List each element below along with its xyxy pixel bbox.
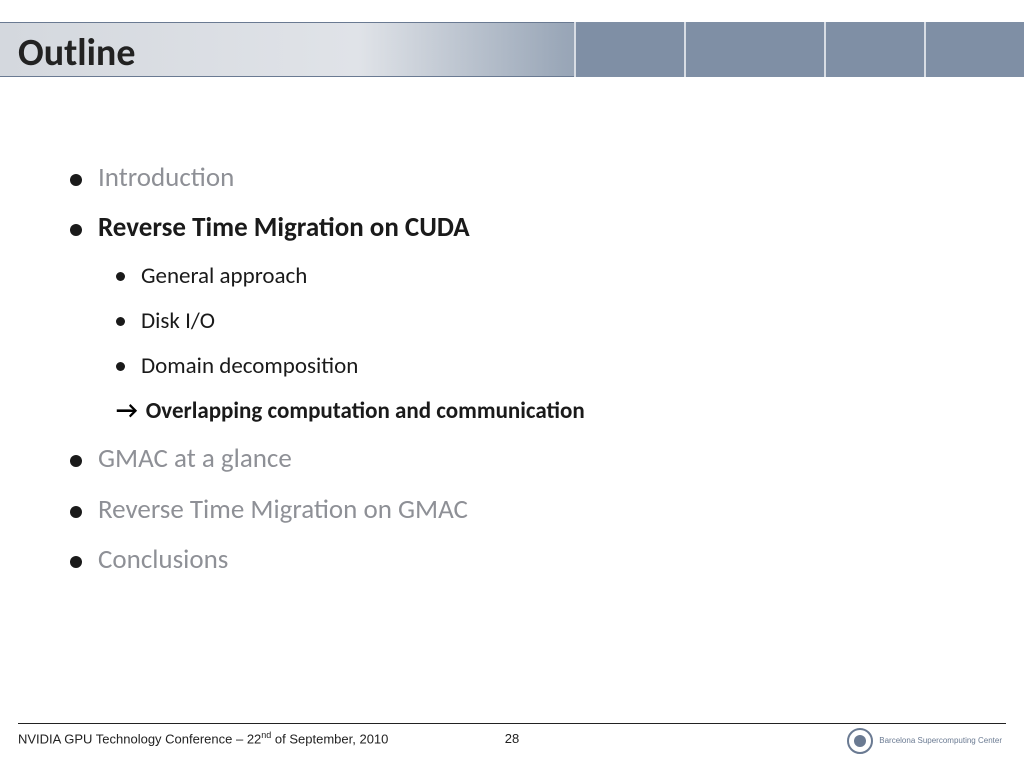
bullet-icon [70, 556, 82, 568]
list-item: Reverse Time Migration on GMAC [70, 492, 964, 528]
item-label: Domain decomposition [141, 351, 358, 382]
logo-icon-inner [854, 735, 866, 747]
header-thumb [824, 22, 924, 77]
bullet-icon [116, 272, 125, 281]
logo-icon [847, 728, 873, 754]
footer-ordinal: nd [261, 730, 271, 740]
list-item-sub: → Overlapping computation and communicat… [116, 396, 964, 427]
item-label: GMAC at a glance [98, 441, 292, 477]
bullet-icon [116, 317, 125, 326]
bullet-icon [116, 362, 125, 371]
slide-title: Outline [18, 30, 135, 76]
list-item-sub: General approach [116, 261, 964, 292]
header-thumb [684, 22, 824, 77]
item-label: General approach [141, 261, 307, 292]
header-thumb [574, 22, 684, 77]
header-imagestrip [574, 22, 1024, 77]
list-item: GMAC at a glance [70, 441, 964, 477]
bullet-icon [70, 174, 82, 186]
header-thumb [924, 22, 1024, 77]
bullet-icon [70, 506, 82, 518]
list-item: Reverse Time Migration on CUDA [70, 210, 964, 246]
footer-conf-suffix: of September, 2010 [271, 731, 388, 746]
footer-conf-prefix: NVIDIA GPU Technology Conference – 22 [18, 731, 261, 746]
bullet-icon [70, 455, 82, 467]
arrow-icon: → [116, 396, 136, 426]
list-item: Introduction [70, 160, 964, 196]
item-label: Disk I/O [141, 306, 215, 337]
footer-logo: Barcelona Supercomputing Center [847, 728, 1002, 754]
list-item: Conclusions [70, 542, 964, 578]
footer-pagenum: 28 [505, 731, 519, 746]
list-item-sub: Disk I/O [116, 306, 964, 337]
list-item-sub: Domain decomposition [116, 351, 964, 382]
logo-text: Barcelona Supercomputing Center [879, 737, 1002, 746]
item-label: Introduction [98, 160, 234, 196]
item-label: Reverse Time Migration on CUDA [98, 210, 470, 246]
footer-divider [18, 723, 1006, 724]
bullet-icon [70, 224, 82, 236]
item-label: Conclusions [98, 542, 228, 578]
footer-conference: NVIDIA GPU Technology Conference – 22nd … [18, 730, 388, 746]
content-area: Introduction Reverse Time Migration on C… [70, 160, 964, 592]
slide: Outline Introduction Reverse Time Migrat… [0, 0, 1024, 768]
item-label: Reverse Time Migration on GMAC [98, 492, 468, 528]
item-label: Overlapping computation and communicatio… [146, 396, 585, 427]
